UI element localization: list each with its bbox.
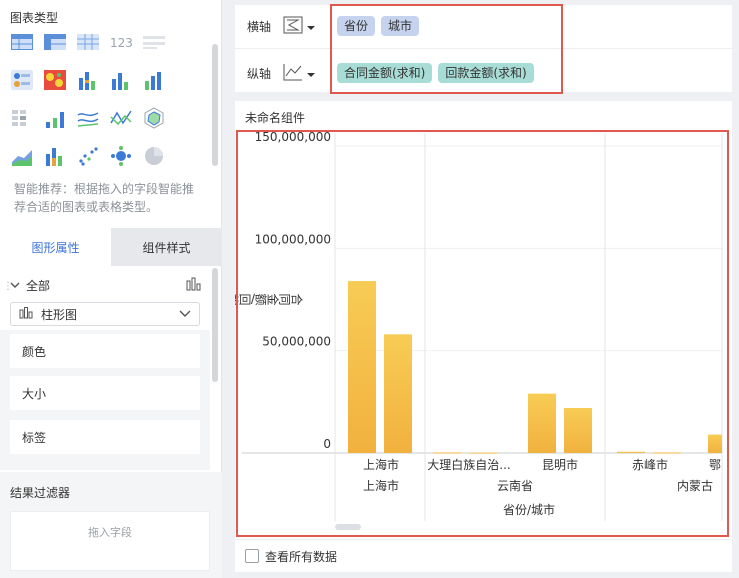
crosstable-icon[interactable]	[43, 30, 67, 54]
chart-type-scrollbar[interactable]	[212, 44, 218, 166]
blank4-icon	[175, 144, 199, 168]
point-map-icon[interactable]	[10, 68, 34, 92]
blank2-icon	[175, 68, 199, 92]
tab-component-style[interactable]: 组件样式	[111, 228, 222, 266]
card-footer: 查看所有数据	[235, 540, 732, 572]
filter-dropzone[interactable]: 拖入字段	[10, 511, 210, 571]
stacked-column-icon[interactable]	[43, 144, 67, 168]
filter-title: 结果过滤器	[10, 486, 71, 500]
all-row[interactable]: 全部	[10, 275, 202, 295]
svg-text:123: 123	[110, 36, 133, 50]
chart-highlight-box	[236, 130, 729, 537]
property-tabs: 图形属性 组件样式	[0, 228, 222, 266]
detail-table-icon[interactable]	[76, 30, 100, 54]
x-axis-label: 横轴	[247, 19, 272, 34]
caret-down-icon	[307, 66, 315, 80]
heat-map-icon[interactable]	[43, 68, 67, 92]
tab-graphic-properties[interactable]: 图形属性	[0, 228, 111, 266]
all-label: 全部	[26, 278, 51, 293]
caret-down-icon	[307, 19, 315, 33]
chart-type-grid: 123	[10, 30, 210, 182]
line-chart-icon	[283, 63, 303, 84]
heat-grid-icon[interactable]	[10, 106, 34, 130]
step-line-icon[interactable]	[43, 106, 67, 130]
area-icon[interactable]	[10, 144, 34, 168]
scatter-icon[interactable]	[76, 144, 100, 168]
bar-chart-icon[interactable]	[186, 277, 202, 294]
radar-icon[interactable]	[142, 106, 166, 130]
prop-label[interactable]: 标签	[10, 420, 200, 454]
bar-chart-small-icon	[19, 306, 33, 322]
chart-select-value: 柱形图	[41, 307, 78, 322]
chevron-down-icon	[179, 307, 191, 321]
left-panel: 图表类型 123 智能推荐：根据拖入的字段智能推荐合适的图表或表格类型。 图形属…	[0, 0, 222, 578]
blank3-icon	[175, 106, 199, 130]
x-axis-type-dropdown[interactable]	[283, 16, 323, 37]
show-all-checkbox[interactable]	[245, 549, 259, 563]
y-axis-label: 纵轴	[247, 66, 272, 81]
smart-recommend-hint: 智能推荐：根据拖入的字段智能推荐合适的图表或表格类型。	[14, 182, 195, 214]
y-axis-type-dropdown[interactable]	[283, 63, 323, 84]
chart-type-title: 图表类型	[10, 11, 59, 25]
column-icon[interactable]	[109, 68, 133, 92]
chart-type-select[interactable]: 柱形图	[10, 302, 200, 326]
hierarchy-icon	[283, 16, 303, 37]
pie-icon[interactable]	[142, 144, 166, 168]
property-scrollbar[interactable]	[212, 268, 218, 382]
axis-highlight-box	[330, 4, 563, 94]
chevron-down-icon[interactable]	[10, 278, 20, 292]
line-icon[interactable]	[76, 106, 100, 130]
table-icon[interactable]	[10, 30, 34, 54]
text-icon[interactable]	[142, 30, 166, 54]
blank-icon	[175, 30, 199, 54]
prop-size[interactable]: 大小	[10, 376, 200, 410]
show-all-label[interactable]: 查看所有数据	[265, 548, 337, 565]
grouped-column-icon[interactable]	[142, 68, 166, 92]
prop-color[interactable]: 颜色	[10, 334, 200, 368]
bubble-icon[interactable]	[109, 144, 133, 168]
multi-bar-icon[interactable]	[76, 68, 100, 92]
radar-line-icon[interactable]	[109, 106, 133, 130]
kpi-number-icon[interactable]: 123	[109, 30, 133, 54]
